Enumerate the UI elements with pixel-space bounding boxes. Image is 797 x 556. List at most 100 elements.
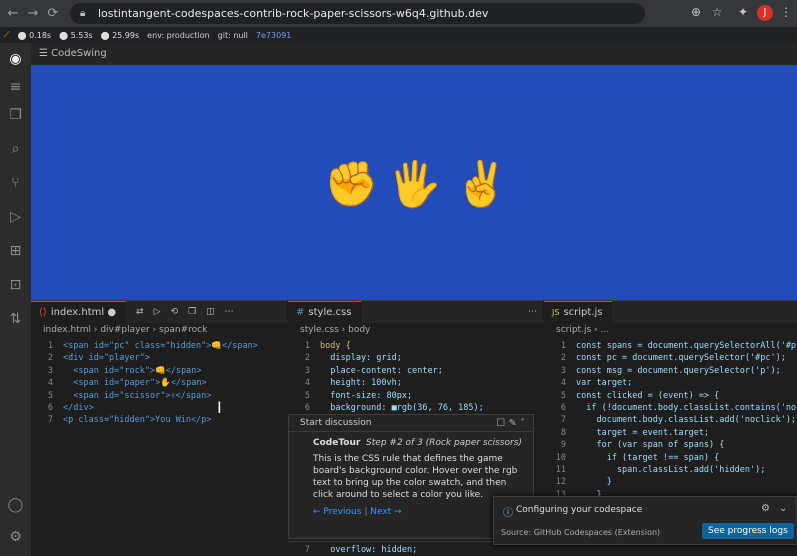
code-line[interactable]: 7 <p class="hidden">You Win</p> xyxy=(31,414,287,426)
code-line[interactable]: 3 place-content: center; xyxy=(288,365,543,377)
css-code[interactable]: 1 body {2 display: grid; 3 place-content: … xyxy=(288,337,543,414)
add-icon[interactable]: ⊕ xyxy=(688,5,704,19)
extensions-icon[interactable]: ⊞ xyxy=(5,241,26,261)
line-text: } xyxy=(576,477,612,488)
line-number: 10 xyxy=(555,452,566,463)
code-line[interactable]: 9 for (var span of spans) { xyxy=(544,439,797,451)
split-editor-icon[interactable]: ◫ xyxy=(206,307,215,317)
line-text: <div id="player"> xyxy=(63,353,150,364)
code-line[interactable]: 8 target = event.target; xyxy=(544,427,797,439)
html-editor: ⟨⟩ index.html ● ⇄ ▷ ⟲ ❐ ◫ ⋯ index.html › … xyxy=(31,300,287,556)
line-text: span.classList.add('hidden'); xyxy=(576,464,766,475)
tab-index-html[interactable]: ⟨⟩ index.html ● xyxy=(31,301,127,323)
popup-actions[interactable]: ☐ ✎ ˄ xyxy=(496,418,525,429)
code-line[interactable]: 1 const spans = document.querySelectorAll… xyxy=(544,340,797,352)
code-line[interactable]: 2 <div id="player"> xyxy=(31,352,287,364)
line-text: <span id="rock">👊</span> xyxy=(63,365,202,376)
line-number: 3 xyxy=(560,365,566,376)
code-line[interactable]: 5 font-size: 80px; xyxy=(288,390,543,402)
previous-link[interactable]: ← Previous xyxy=(313,507,361,517)
rock-emoji[interactable]: ✊ xyxy=(324,163,379,207)
code-line[interactable]: 4 height: 100vh; xyxy=(288,377,543,389)
notification-settings-icon[interactable]: ⚙ xyxy=(761,503,770,514)
run-debug-icon[interactable]: ▷ xyxy=(5,207,26,227)
source-control-icon[interactable]: ⑂ xyxy=(5,173,26,193)
see-progress-logs-button[interactable]: See progress logs xyxy=(702,523,794,539)
more-icon[interactable]: ⋯ xyxy=(225,307,234,317)
line-number: 6 xyxy=(560,402,566,413)
breadcrumb: index.html › div#player › span#rock xyxy=(43,325,208,335)
reload-icon[interactable]: ⟳ xyxy=(46,6,60,21)
line-text: body { xyxy=(320,341,351,351)
line-number: 3 xyxy=(304,365,310,376)
pull-requests-icon[interactable]: ⇅ xyxy=(5,309,26,329)
line-number: 1 xyxy=(560,341,566,351)
code-line[interactable]: 2 display: grid; xyxy=(288,352,543,364)
run-icon[interactable]: ▷ xyxy=(154,307,161,317)
more-icon[interactable]: ⋯ xyxy=(528,307,537,317)
logo-icon: ⟋ xyxy=(4,30,10,39)
line-number: 5 xyxy=(304,390,310,401)
lock-icon: 🔒︎ xyxy=(80,8,86,19)
code-line[interactable]: 6 </div> xyxy=(31,402,287,414)
commit-hash[interactable]: 7e73091 xyxy=(256,31,291,40)
line-number: 4 xyxy=(47,378,53,389)
code-line[interactable]: 4 <span id="paper">✋</span> xyxy=(31,377,287,389)
open-preview-icon[interactable]: ⟲ xyxy=(171,307,179,317)
url-text: lostintangent-codespaces-contrib-rock-pa… xyxy=(98,7,489,20)
back-icon[interactable]: ← xyxy=(6,6,20,21)
copy-icon[interactable]: ❐ xyxy=(188,307,196,317)
code-line[interactable]: 1 <span id="pc" class="hidden">👊</span> xyxy=(31,340,287,352)
line-text: <span id="pc" class="hidden">👊</span> xyxy=(63,341,258,351)
extensions-icon[interactable]: ✦ xyxy=(735,5,751,19)
text-cursor-icon: I xyxy=(217,398,222,417)
line-number: 5 xyxy=(560,390,566,401)
html-editor-tabbar: ⟨⟩ index.html ● ⇄ ▷ ⟲ ❐ ◫ ⋯ xyxy=(31,301,287,323)
explorer-icon[interactable]: ❐ xyxy=(5,105,26,125)
notification-collapse-icon[interactable]: ⌄ xyxy=(779,503,787,514)
code-line[interactable]: 6 if (!document.body.classList.contains(… xyxy=(544,402,797,414)
github-icon[interactable]: ◉ xyxy=(5,49,26,69)
code-line[interactable]: 5 <span id="scissor">✌</span> xyxy=(31,390,287,402)
codetour-body: This is the CSS rule that defines the ga… xyxy=(313,454,518,500)
line-text: place-content: center; xyxy=(320,365,443,376)
line-text: if (target !== span) { xyxy=(576,452,720,463)
remote-explorer-icon[interactable]: ⊡ xyxy=(5,275,26,295)
html-code[interactable]: 1 <span id="pc" class="hidden">👊</span> 2 <… xyxy=(31,337,287,427)
line-number: 11 xyxy=(555,464,566,475)
paper-emoji[interactable]: 🖐️ xyxy=(387,163,442,207)
code-line[interactable]: 6 background: ■rgb(36, 76, 185); xyxy=(288,402,543,414)
search-icon[interactable]: ⌕ xyxy=(5,139,26,159)
avatar[interactable]: J xyxy=(757,5,773,21)
account-icon[interactable]: ◯ xyxy=(5,495,26,515)
next-link[interactable]: Next → xyxy=(370,507,401,517)
menu-hamburger-icon[interactable]: ≡ xyxy=(5,77,26,97)
code-line[interactable]: 2 const pc = document.querySelector('#pc'… xyxy=(544,352,797,364)
tab-script-js[interactable]: JS script.js xyxy=(544,301,613,323)
code-line[interactable]: 5 const clicked = (event) => { xyxy=(544,390,797,402)
code-line[interactable]: 3 <span id="rock">👊</span> xyxy=(31,365,287,377)
forward-icon[interactable]: → xyxy=(26,6,40,21)
scissors-emoji[interactable]: ✌️ xyxy=(454,163,509,207)
address-bar[interactable]: 🔒︎ lostintangent-codespaces-contrib-rock… xyxy=(70,3,645,24)
code-line[interactable]: 7 document.body.classList.add('noclick')… xyxy=(544,414,797,426)
js-code[interactable]: 1 const spans = document.querySelectorAll… xyxy=(544,337,797,501)
line-text: </div> xyxy=(63,402,94,413)
code-line[interactable]: 12 } xyxy=(544,476,797,488)
code-line[interactable]: 11 span.classList.add('hidden'); xyxy=(544,464,797,476)
settings-gear-icon[interactable]: ⚙ xyxy=(5,527,26,547)
line-number: 6 xyxy=(304,402,310,413)
star-icon[interactable]: ☆ xyxy=(709,5,725,19)
breadcrumb: script.js › ... xyxy=(556,325,610,335)
code-line[interactable]: 3 const msg = document.querySelector('p')… xyxy=(544,365,797,377)
tab-style-css[interactable]: # style.css xyxy=(288,301,362,323)
code-line[interactable]: 1 body { xyxy=(288,340,543,352)
compare-icon[interactable]: ⇄ xyxy=(136,307,144,317)
js-editor-tabbar: JS script.js xyxy=(544,301,797,323)
codeswing-tab[interactable]: ☰ CodeSwing xyxy=(31,43,797,65)
code-line[interactable]: 10 if (target !== span) { xyxy=(544,452,797,464)
menu-icon[interactable]: ⋮ xyxy=(778,5,794,19)
code-line[interactable]: 4 var target; xyxy=(544,377,797,389)
discussion-header: Start discussion ☐ ✎ ˄ xyxy=(289,415,533,432)
line-number: 7 xyxy=(47,415,53,426)
